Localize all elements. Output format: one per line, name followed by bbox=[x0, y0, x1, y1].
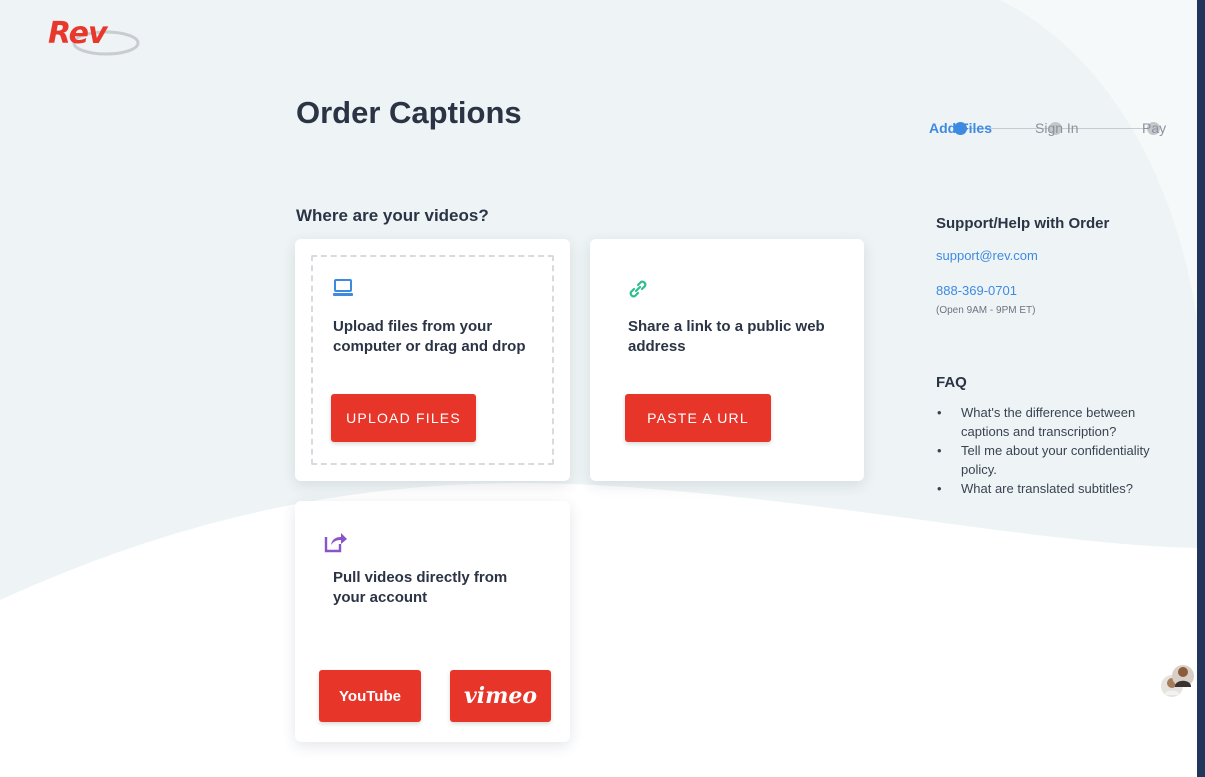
faq-bullet: • bbox=[937, 405, 942, 420]
link-icon bbox=[629, 280, 647, 298]
support-email-link[interactable]: support@rev.com bbox=[936, 248, 1038, 263]
faq-heading: FAQ bbox=[936, 374, 967, 391]
share-icon bbox=[324, 533, 347, 553]
faq-item[interactable]: • What's the difference between captions … bbox=[936, 403, 1176, 441]
link-description: Share a link to a public web address bbox=[628, 318, 825, 355]
laptop-icon bbox=[333, 279, 353, 296]
paste-url-button[interactable]: PASTE A URL bbox=[625, 394, 771, 442]
faq-item-text[interactable]: What's the difference between captions a… bbox=[961, 405, 1135, 439]
sources-heading: Where are your videos? bbox=[296, 206, 489, 225]
faq-item[interactable]: • What are translated subtitles? bbox=[936, 479, 1176, 498]
page-title: Order Captions bbox=[296, 95, 522, 130]
rev-logo-text: Rev bbox=[48, 16, 108, 51]
step-label-sign-in[interactable]: Sign In bbox=[1035, 120, 1079, 136]
support-hours: (Open 9AM - 9PM ET) bbox=[936, 305, 1036, 316]
faq-list: • What's the difference between captions … bbox=[936, 403, 1176, 498]
upload-files-button[interactable]: UPLOAD FILES bbox=[331, 394, 476, 442]
page: Rev Order Captions Add Files Sign In Pay… bbox=[0, 0, 1197, 777]
support-phone-link[interactable]: 888-369-0701 bbox=[936, 283, 1017, 298]
faq-bullet: • bbox=[937, 443, 942, 458]
rev-logo[interactable]: Rev bbox=[46, 16, 142, 65]
upload-description: Upload files from your computer or drag … bbox=[333, 318, 526, 355]
step-label-pay[interactable]: Pay bbox=[1142, 120, 1166, 136]
order-stepper: Add Files Sign In Pay bbox=[928, 120, 1168, 160]
chat-avatar-icon[interactable] bbox=[1158, 662, 1196, 700]
upload-files-card[interactable]: Upload files from your computer or drag … bbox=[295, 239, 570, 481]
paste-url-card[interactable]: Share a link to a public web address PAS… bbox=[590, 239, 864, 481]
account-import-card[interactable]: Pull videos directly from your account Y… bbox=[295, 501, 570, 742]
vimeo-button[interactable]: vimeo bbox=[450, 670, 551, 722]
faq-item-text[interactable]: What are translated subtitles? bbox=[961, 481, 1133, 496]
account-description: Pull videos directly from your account bbox=[333, 569, 508, 606]
faq-bullet: • bbox=[937, 481, 942, 496]
step-label-add-files[interactable]: Add Files bbox=[929, 120, 992, 136]
youtube-logo: YouTube bbox=[339, 687, 401, 705]
support-heading: Support/Help with Order bbox=[936, 215, 1110, 232]
faq-item-text[interactable]: Tell me about your confidentiality polic… bbox=[961, 443, 1150, 477]
faq-item[interactable]: • Tell me about your confidentiality poli… bbox=[936, 441, 1176, 479]
youtube-button[interactable]: YouTube bbox=[319, 670, 421, 722]
vimeo-logo: vimeo bbox=[463, 683, 538, 709]
